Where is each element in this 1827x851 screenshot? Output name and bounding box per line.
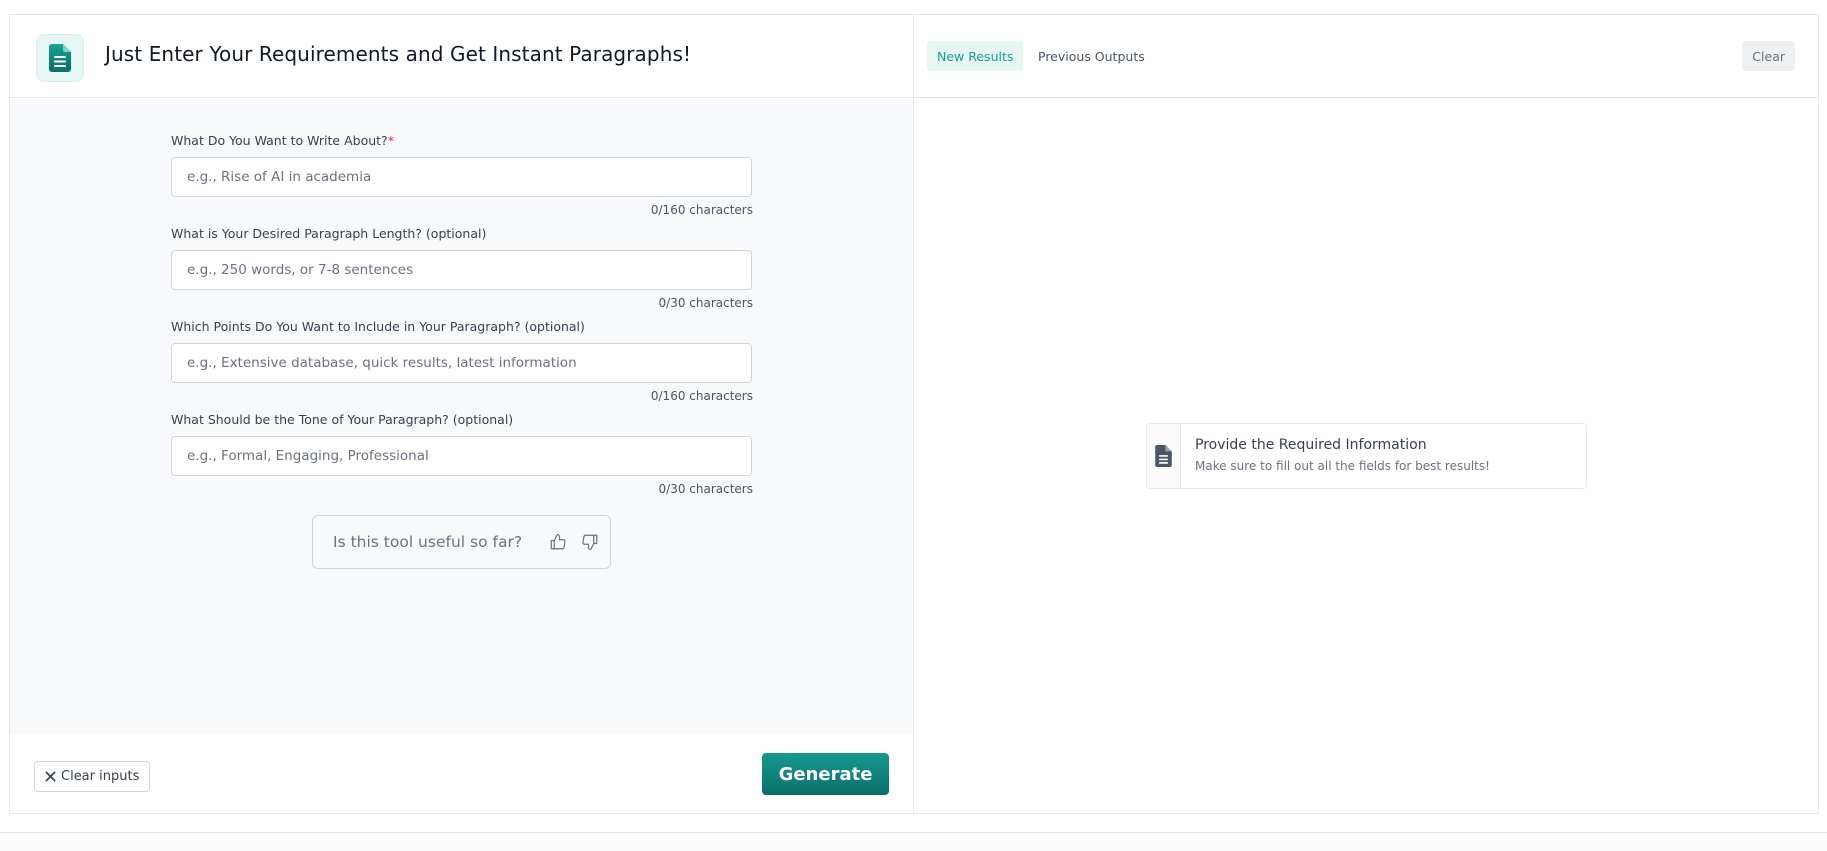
points-label: Which Points Do You Want to Include in Y… — [171, 319, 585, 334]
close-icon — [45, 771, 56, 782]
document-icon — [36, 34, 84, 82]
input-form: What Do You Want to Write About?* 0/160 … — [10, 99, 913, 734]
length-label: What is Your Desired Paragraph Length? (… — [171, 226, 487, 241]
empty-state-subtitle: Make sure to fill out all the fields for… — [1195, 459, 1490, 473]
input-panel-footer: Clear inputs Generate — [10, 734, 913, 813]
topic-label: What Do You Want to Write About?* — [171, 133, 394, 148]
tone-label: What Should be the Tone of Your Paragrap… — [171, 412, 514, 427]
page-bottom-divider — [0, 832, 1827, 851]
generate-button[interactable]: Generate — [762, 753, 889, 795]
app-frame: Just Enter Your Requirements and Get Ins… — [9, 14, 1819, 814]
topic-input[interactable] — [171, 157, 752, 197]
results-header: New Results Previous Outputs Clear — [915, 15, 1818, 98]
input-panel-header: Just Enter Your Requirements and Get Ins… — [10, 15, 913, 98]
length-input[interactable] — [171, 250, 752, 290]
page-title: Just Enter Your Requirements and Get Ins… — [105, 42, 692, 66]
clear-inputs-button[interactable]: Clear inputs — [34, 761, 151, 792]
feedback-widget: Is this tool useful so far? — [312, 515, 611, 569]
topic-label-text: What Do You Want to Write About? — [171, 133, 388, 148]
empty-state-card: Provide the Required Information Make su… — [1146, 423, 1587, 489]
feedback-question: Is this tool useful so far? — [333, 533, 523, 551]
thumbs-up-icon[interactable] — [548, 532, 568, 552]
input-panel: Just Enter Your Requirements and Get Ins… — [10, 15, 914, 813]
tab-new-results[interactable]: New Results — [927, 41, 1024, 71]
tone-input[interactable] — [171, 436, 752, 476]
clear-inputs-label: Clear inputs — [61, 769, 140, 784]
tab-previous-outputs[interactable]: Previous Outputs — [1028, 41, 1155, 71]
thumbs-down-icon[interactable] — [580, 532, 600, 552]
empty-state-text: Provide the Required Information Make su… — [1181, 424, 1490, 488]
document-icon — [1147, 424, 1181, 488]
length-char-count: 0/30 characters — [658, 296, 753, 310]
tone-char-count: 0/30 characters — [658, 482, 753, 496]
points-char-count: 0/160 characters — [650, 389, 753, 403]
results-panel: New Results Previous Outputs Clear Provi… — [915, 15, 1818, 813]
topic-char-count: 0/160 characters — [650, 203, 753, 217]
empty-state-title: Provide the Required Information — [1195, 437, 1427, 453]
required-mark: * — [387, 133, 394, 148]
clear-results-button[interactable]: Clear — [1742, 41, 1795, 71]
points-input[interactable] — [171, 343, 752, 383]
